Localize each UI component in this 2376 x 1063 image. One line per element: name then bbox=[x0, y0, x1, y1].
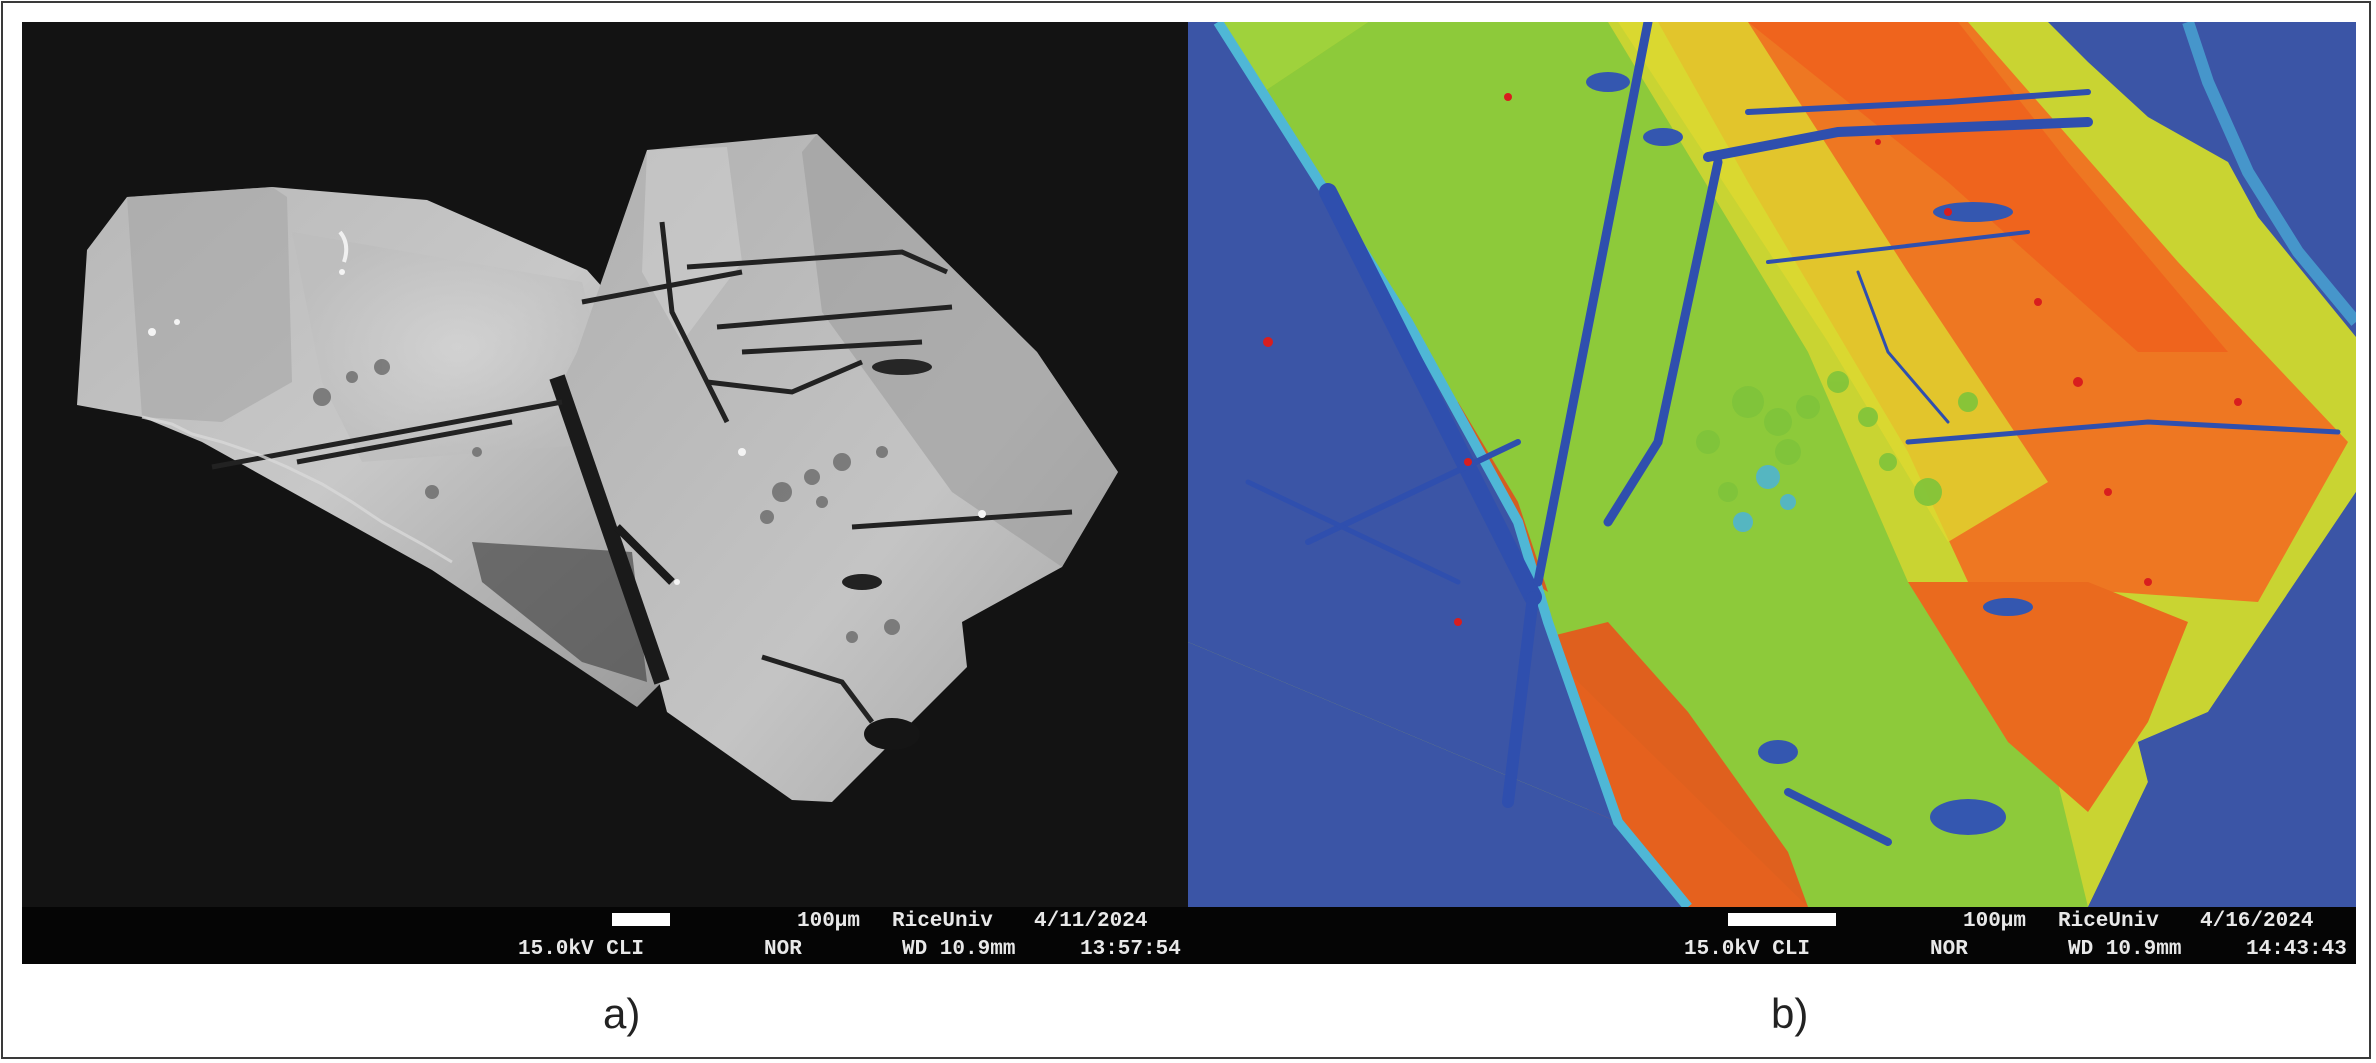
working-distance-label: WD 10.9mm bbox=[2068, 938, 2182, 961]
time-label: 14:43:43 bbox=[2246, 938, 2347, 961]
operator-label: RiceUniv bbox=[2058, 910, 2159, 933]
mode-label: NOR bbox=[1930, 938, 1968, 961]
sem-image-false-color bbox=[1188, 22, 2356, 907]
panel-a: 100µm RiceUniv 4/11/2024 15.0kV CLI NOR … bbox=[22, 22, 1188, 964]
caption-a: a) bbox=[603, 990, 641, 1037]
scale-label: 100µm bbox=[1963, 910, 2027, 933]
voltage-mode-label: 15.0kV CLI bbox=[1684, 938, 1811, 961]
panel-b: 100µm RiceUniv 4/16/2024 15.0kV CLI NOR … bbox=[1188, 22, 2356, 964]
time-label: 13:57:54 bbox=[1080, 938, 1181, 961]
sem-image-grayscale bbox=[77, 134, 1118, 802]
voltage-mode-label: 15.0kV CLI bbox=[518, 938, 645, 961]
scale-bar bbox=[1728, 913, 1836, 926]
working-distance-label: WD 10.9mm bbox=[902, 938, 1016, 961]
info-bar-a: 100µm RiceUniv 4/11/2024 15.0kV CLI NOR … bbox=[22, 907, 1188, 964]
scale-label: 100µm bbox=[797, 910, 861, 933]
date-label: 4/11/2024 bbox=[1034, 910, 1148, 933]
date-label: 4/16/2024 bbox=[2200, 910, 2314, 933]
mode-label: NOR bbox=[764, 938, 802, 961]
caption-b: b) bbox=[1771, 990, 1809, 1037]
operator-label: RiceUniv bbox=[892, 910, 993, 933]
info-bar-b: 100µm RiceUniv 4/16/2024 15.0kV CLI NOR … bbox=[1188, 907, 2356, 964]
scale-bar bbox=[612, 913, 670, 926]
